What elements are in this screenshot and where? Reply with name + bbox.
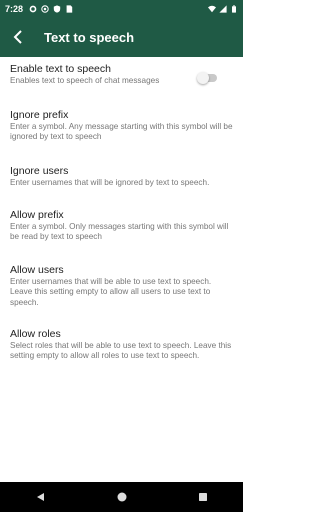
setting-title: Allow prefix [10, 209, 64, 221]
page-title: Text to speech [44, 29, 135, 45]
status-bar: 7:28 [0, 0, 243, 17]
status-icons-left [29, 4, 73, 13]
setting-ignore-users[interactable]: Ignore users Enter usernames that will b… [10, 165, 235, 188]
setting-allow-roles[interactable]: Allow roles Select roles that will be ab… [10, 328, 235, 362]
navigation-bar [0, 482, 243, 512]
enable-tts-toggle[interactable] [197, 72, 217, 84]
sim-icon [66, 4, 73, 13]
nav-home-button[interactable] [107, 482, 137, 512]
status-icons-right [208, 4, 238, 13]
signal-icon [219, 4, 227, 13]
setting-title: Ignore users [10, 165, 69, 177]
setting-ignore-prefix[interactable]: Ignore prefix Enter a symbol. Any messag… [10, 109, 235, 143]
toggle-knob [197, 72, 209, 84]
setting-title: Allow users [10, 264, 64, 276]
home-circle-icon [117, 492, 126, 502]
setting-allow-prefix[interactable]: Allow prefix Enter a symbol. Only messag… [10, 209, 235, 243]
at-sign-icon [41, 4, 49, 13]
setting-summary: Enter a symbol. Any message starting wit… [10, 122, 233, 142]
wifi-icon [208, 5, 216, 12]
shield-icon [53, 4, 61, 13]
setting-title: Ignore prefix [10, 109, 69, 121]
status-time: 7:28 [5, 3, 24, 14]
setting-enable-tts[interactable]: Enable text to speech Enables text to sp… [10, 63, 235, 86]
setting-summary: Select roles that will be able to use te… [10, 341, 232, 361]
back-arrow-icon [13, 30, 22, 44]
battery-icon [232, 4, 236, 13]
settings-icon [29, 5, 37, 12]
back-triangle-icon [36, 493, 44, 501]
setting-summary: Enter a symbol. Only messages starting w… [10, 222, 229, 242]
app-bar: Text to speech [0, 17, 243, 57]
setting-summary: Enter usernames that will be ignored by … [10, 178, 210, 187]
setting-title: Allow roles [10, 328, 61, 340]
recents-square-icon [198, 493, 207, 501]
back-button[interactable] [0, 17, 36, 57]
nav-recents-button[interactable] [188, 482, 218, 512]
nav-back-button[interactable] [26, 482, 56, 512]
setting-allow-users[interactable]: Allow users Enter usernames that will be… [10, 264, 235, 308]
setting-summary: Enter usernames that will be able to use… [10, 277, 212, 307]
